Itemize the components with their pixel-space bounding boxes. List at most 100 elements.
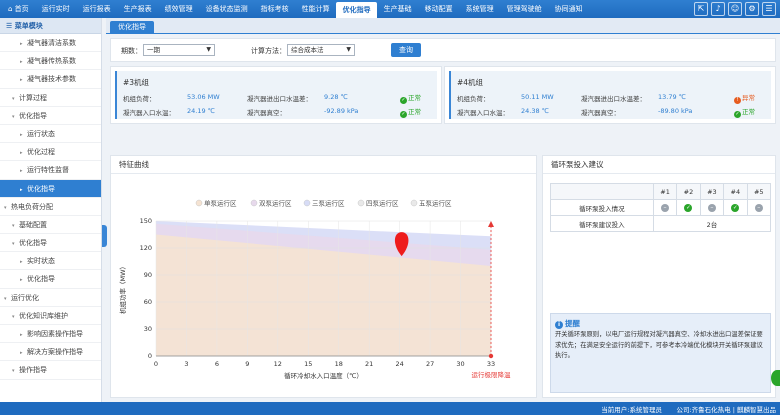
chevron-down-icon: ▼ [206, 46, 211, 53]
nav-item-13[interactable]: 协同通知 [548, 0, 589, 18]
sidebar-item-17[interactable]: ▸ 解决方案操作指导 [0, 343, 101, 362]
sidebar-item-13[interactable]: ▸ 优化指导 [0, 270, 101, 289]
chevron-right-icon: ▸ [20, 131, 23, 138]
sidebar-item-label: 运行特性监督 [27, 166, 69, 175]
chevron-down-icon: ▾ [12, 222, 15, 229]
y-tick-label: 0 [148, 352, 152, 360]
legend-item: 三泵运行区 [312, 199, 345, 208]
x-tick-label: 24 [395, 360, 403, 368]
sidebar-item-label: 优化指导 [19, 239, 47, 248]
nav-item-6[interactable]: 指标考核 [254, 0, 295, 18]
sidebar-item-3[interactable]: ▾ 计算过程 [0, 89, 101, 107]
legend-marker [250, 199, 258, 207]
nav-item-0[interactable]: ⌂ 首页 [0, 0, 35, 18]
chevron-right-icon: ▸ [20, 150, 23, 157]
y-tick-label: 30 [144, 325, 152, 333]
period-label: 期数： [121, 47, 142, 55]
main-content: 优化指导 期数： 一期 ▼ 计算方法： 综合成本法 ▼ 查询 #3机组 机组负荷： … [106, 18, 780, 402]
sidebar-item-16[interactable]: ▸ 影响因素操作指导 [0, 325, 101, 344]
sidebar-item-8[interactable]: ▸ 优化指导 [0, 179, 101, 198]
table-header-blank [550, 183, 654, 200]
limit-point [488, 353, 494, 359]
nav-item-1[interactable]: 运行实时 [35, 0, 76, 18]
table-row-label: 循环泵投入情况 [550, 199, 654, 216]
chevron-right-icon: ▸ [20, 277, 23, 284]
nav-item-5[interactable]: 设备状态监测 [199, 0, 254, 18]
y-axis-title: 机组功率（MW） [118, 263, 127, 314]
sidebar-item-7[interactable]: ▸ 运行特性监督 [0, 161, 101, 180]
user-icon[interactable]: ☺ [728, 2, 742, 16]
sidebar-item-label: 优化指导 [19, 111, 47, 120]
pump-header: #4 [723, 183, 748, 200]
minus-circle-icon: – [661, 204, 670, 212]
sidebar-item-2[interactable]: ▸ 凝气器技术参数 [0, 70, 101, 89]
x-tick-label: 0 [154, 360, 158, 368]
method-select[interactable]: 综合成本法 ▼ [287, 44, 355, 56]
y-tick-label: 150 [140, 217, 152, 225]
suggested-pump-count: 2台 [652, 215, 772, 232]
sidebar-item-15[interactable]: ▾ 优化知识库维护 [0, 307, 101, 325]
sidebar-item-5[interactable]: ▸ 运行状态 [0, 125, 101, 144]
export-icon[interactable]: ⇱ [694, 2, 708, 16]
gear-icon[interactable]: ⚙ [745, 2, 759, 16]
sidebar-item-11[interactable]: ▾ 优化指导 [0, 234, 101, 253]
nav-item-4[interactable]: 绩效管理 [158, 0, 199, 18]
y-tick-label: 60 [144, 298, 152, 306]
vacuum-label: 凝汽器真空： [247, 109, 286, 117]
sidebar-item-6[interactable]: ▸ 优化过程 [0, 143, 101, 162]
sidebar-item-label: 运行优化 [11, 293, 39, 302]
sidebar-item-14[interactable]: ▾ 运行优化 [0, 289, 101, 307]
footer: 当前用户:系统管理员 公司:齐鲁石化热电 | 麒麟智慧出品 [0, 402, 780, 415]
check-circle-icon: ✓ [684, 204, 693, 212]
nav-item-11[interactable]: 系统管理 [459, 0, 500, 18]
x-tick-label: 21 [365, 360, 373, 368]
sidebar-item-12[interactable]: ▸ 实时状态 [0, 252, 101, 271]
nav-item-12[interactable]: 管理驾驶舱 [500, 0, 548, 18]
query-button[interactable]: 查询 [391, 43, 421, 57]
nav-item-8[interactable]: 优化指导 [336, 2, 378, 18]
legend-item: 单泵运行区 [204, 199, 237, 208]
minus-circle-icon: – [707, 204, 716, 212]
tips-text: 开关循环泵原则，以电厂运行规程对凝汽器真空、冷却水进出口温差保证要求优先；在满足… [555, 331, 763, 359]
tab-optimization[interactable]: 优化指导 [110, 21, 154, 34]
sidebar-item-1[interactable]: ▸ 凝气器传热系数 [0, 52, 101, 71]
sidebar-item-label: 优化知识库维护 [19, 311, 68, 320]
legend-marker [410, 199, 418, 207]
menu-icon[interactable]: ☰ [762, 2, 776, 16]
chevron-right-icon: ▸ [20, 77, 23, 84]
pump-status-cell: – [746, 199, 772, 216]
sidebar-item-18[interactable]: ▾ 操作指导 [0, 361, 101, 380]
nav-item-9[interactable]: 生产基础 [377, 0, 418, 18]
bell-icon[interactable]: ♪ [711, 2, 725, 16]
sidebar-item-10[interactable]: ▾ 基础配置 [0, 216, 101, 235]
filter-bar: 期数： 一期 ▼ 计算方法： 综合成本法 ▼ 查询 [110, 38, 776, 62]
legend-marker [357, 199, 365, 207]
status-badge: ✓ 正常 [400, 108, 421, 118]
pump-header: #2 [676, 183, 701, 200]
sidebar-item-0[interactable]: ▸ 凝气器清洁系数 [0, 34, 101, 53]
x-tick-label: 30 [456, 360, 464, 368]
characteristic-curve-chart: 0 30 60 90 120 150 0 3 6 9 12 15 18 21 24 27 30 33 循环冷却水入口… [118, 199, 511, 381]
sidebar-item-4[interactable]: ▾ 优化指导 [0, 107, 101, 125]
nav-item-3[interactable]: 生产报表 [117, 0, 158, 18]
nav-item-10[interactable]: 移动配置 [418, 0, 459, 18]
outlet-diff-value: 13.79 ℃ [658, 93, 686, 101]
pump-header: #3 [699, 183, 725, 200]
company-info: 公司:齐鲁石化热电 | 麒麟智慧出品 [676, 406, 776, 414]
sidebar-item-label: 基础配置 [19, 220, 47, 229]
inlet-temp-label: 凝汽器入口水温： [123, 109, 175, 117]
legend-item: 五泵运行区 [419, 199, 452, 208]
nav-item-7[interactable]: 性能计算 [295, 0, 336, 18]
pump-status-cell: – [699, 199, 725, 216]
chart-panel-title: 特征曲线 [111, 156, 536, 174]
y-tick-label: 120 [140, 244, 152, 252]
inlet-temp-value: 24.38 ℃ [521, 107, 549, 115]
current-user: 当前用户:系统管理员 [601, 406, 662, 414]
unit-title: #4机组 [457, 78, 484, 87]
sidebar-item-9[interactable]: ▾ 热电负荷分配 [0, 198, 101, 216]
info-icon: i [555, 321, 563, 329]
period-select[interactable]: 一期 ▼ [143, 44, 215, 56]
nav-item-2[interactable]: 运行报表 [76, 0, 117, 18]
floating-action-button[interactable] [771, 370, 780, 386]
pump-status-cell: – [652, 199, 678, 216]
